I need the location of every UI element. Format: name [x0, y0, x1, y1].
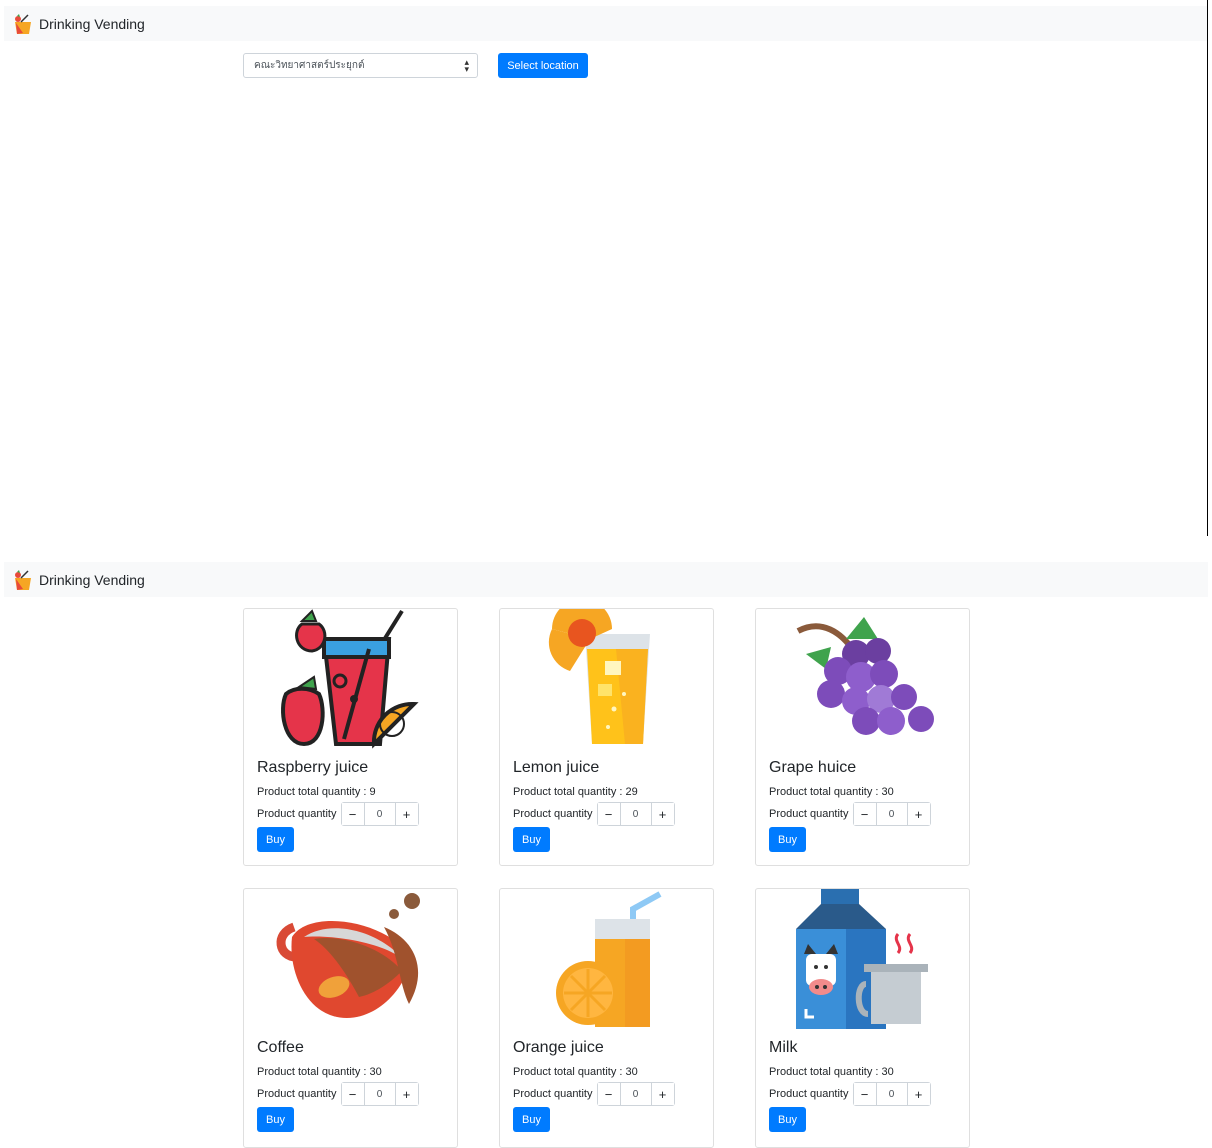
vending-logo-icon[interactable]: [12, 569, 34, 591]
product-card: Milk Product total quantity : 30 Product…: [755, 888, 970, 1148]
product-card: Raspberry juice Product total quantity :…: [243, 608, 458, 866]
product-total-quantity: Product total quantity : 29: [513, 786, 638, 798]
increment-button[interactable]: +: [395, 803, 418, 825]
product-card: Orange juice Product total quantity : 30…: [499, 888, 714, 1148]
quantity-row: Product quantity − 0 +: [769, 802, 931, 826]
quantity-label: Product quantity: [257, 808, 337, 820]
buy-button[interactable]: Buy: [257, 827, 294, 852]
quantity-row: Product quantity − 0 +: [513, 802, 675, 826]
divider: [1207, 0, 1208, 536]
product-card: Grape huice Product total quantity : 30 …: [755, 608, 970, 866]
buy-button[interactable]: Buy: [769, 827, 806, 852]
product-total-quantity: Product total quantity : 9: [257, 786, 376, 798]
buy-button[interactable]: Buy: [513, 1107, 550, 1132]
quantity-stepper: − 0 +: [596, 1082, 675, 1106]
product-total-quantity: Product total quantity : 30: [769, 786, 894, 798]
navbar: Drinking Vending: [4, 562, 1208, 597]
decrement-button[interactable]: −: [341, 803, 364, 825]
location-select[interactable]: คณะวิทยาศาสตร์ประยุกต์ ▴ ▾: [243, 53, 478, 78]
quantity-input[interactable]: 0: [875, 1083, 908, 1105]
buy-button[interactable]: Buy: [769, 1107, 806, 1132]
product-name: Orange juice: [513, 1039, 604, 1056]
product-name: Milk: [769, 1039, 798, 1056]
decrement-button[interactable]: −: [597, 803, 620, 825]
product-name: Coffee: [257, 1039, 304, 1056]
product-total-quantity: Product total quantity : 30: [769, 1066, 894, 1078]
quantity-stepper: − 0 +: [596, 802, 675, 826]
buy-button[interactable]: Buy: [257, 1107, 294, 1132]
product-name: Grape huice: [769, 759, 857, 776]
increment-button[interactable]: +: [907, 1083, 930, 1105]
decrement-button[interactable]: −: [853, 1083, 876, 1105]
quantity-label: Product quantity: [513, 808, 593, 820]
quantity-input[interactable]: 0: [363, 1083, 396, 1105]
increment-button[interactable]: +: [651, 803, 674, 825]
increment-button[interactable]: +: [651, 1083, 674, 1105]
quantity-stepper: − 0 +: [340, 1082, 419, 1106]
milk-icon: [796, 889, 928, 1029]
brand-title[interactable]: Drinking Vending: [39, 572, 145, 588]
quantity-input[interactable]: 0: [363, 803, 396, 825]
product-name: Lemon juice: [513, 759, 600, 776]
lemon-juice-icon: [548, 609, 650, 744]
brand-title[interactable]: Drinking Vending: [39, 16, 145, 32]
quantity-stepper: − 0 +: [340, 802, 419, 826]
orange-juice-icon: [556, 891, 662, 1027]
select-location-button[interactable]: Select location: [498, 53, 588, 78]
navbar: Drinking Vending: [4, 6, 1208, 41]
grape-icon: [796, 617, 934, 735]
raspberry-juice-icon: [281, 609, 419, 749]
location-select-value: คณะวิทยาศาสตร์ประยุกต์: [254, 60, 365, 71]
product-total-quantity: Product total quantity : 30: [257, 1066, 382, 1078]
increment-button[interactable]: +: [907, 803, 930, 825]
select-caret-icon: ▴ ▾: [464, 57, 469, 74]
quantity-label: Product quantity: [769, 808, 849, 820]
quantity-label: Product quantity: [769, 1088, 849, 1100]
quantity-input[interactable]: 0: [875, 803, 908, 825]
decrement-button[interactable]: −: [341, 1083, 364, 1105]
product-name: Raspberry juice: [257, 759, 369, 776]
quantity-input[interactable]: 0: [619, 803, 652, 825]
increment-button[interactable]: +: [395, 1083, 418, 1105]
quantity-row: Product quantity − 0 +: [769, 1082, 931, 1106]
quantity-stepper: − 0 +: [852, 802, 931, 826]
product-card: Lemon juice Product total quantity : 29 …: [499, 608, 714, 866]
decrement-button[interactable]: −: [853, 803, 876, 825]
quantity-label: Product quantity: [513, 1088, 593, 1100]
quantity-stepper: − 0 +: [852, 1082, 931, 1106]
buy-button[interactable]: Buy: [513, 827, 550, 852]
quantity-label: Product quantity: [257, 1088, 337, 1100]
coffee-icon: [276, 893, 420, 1019]
quantity-row: Product quantity − 0 +: [513, 1082, 675, 1106]
vending-logo-icon[interactable]: [12, 13, 34, 35]
quantity-row: Product quantity − 0 +: [257, 802, 419, 826]
quantity-input[interactable]: 0: [619, 1083, 652, 1105]
decrement-button[interactable]: −: [597, 1083, 620, 1105]
quantity-row: Product quantity − 0 +: [257, 1082, 419, 1106]
product-total-quantity: Product total quantity : 30: [513, 1066, 638, 1078]
product-card: Coffee Product total quantity : 30 Produ…: [243, 888, 458, 1148]
